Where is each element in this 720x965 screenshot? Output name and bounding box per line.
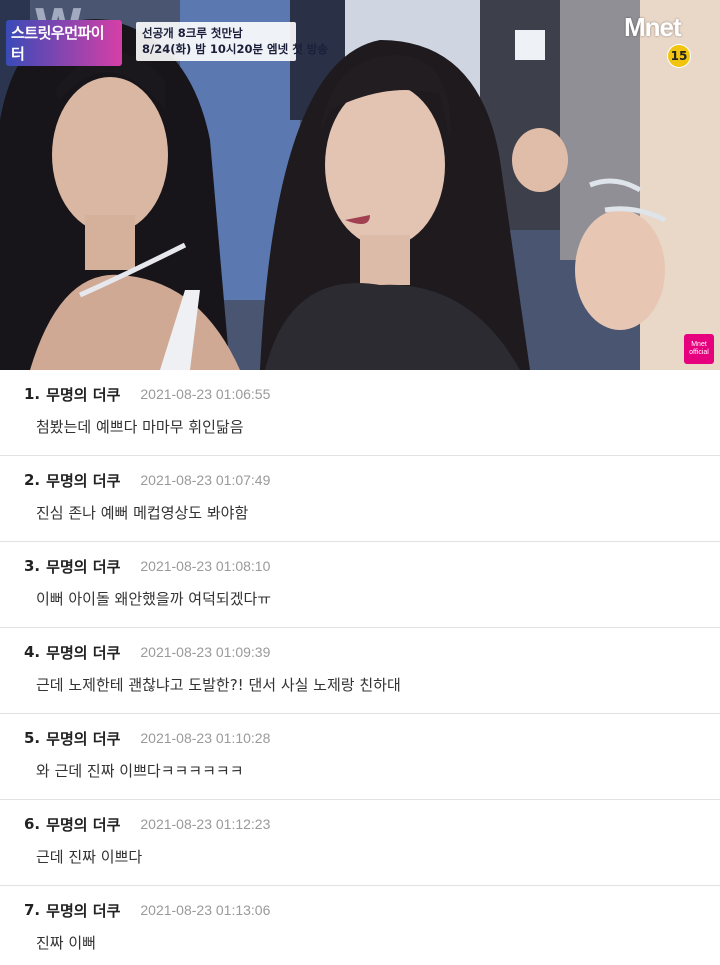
comment-timestamp: 2021-08-23 01:10:28	[140, 730, 271, 746]
comment-timestamp: 2021-08-23 01:13:06	[140, 902, 271, 918]
comment-item: 6. 무명의 더쿠 2021-08-23 01:12:23 근데 진짜 이쁘다	[0, 800, 720, 886]
show-logo-text: 스트릿우먼파이터	[6, 20, 122, 66]
comment-header: 2. 무명의 더쿠 2021-08-23 01:07:49	[24, 469, 270, 491]
official-badge-label: official	[689, 349, 709, 356]
comment-timestamp: 2021-08-23 01:09:39	[140, 644, 271, 660]
comment-author[interactable]: 무명의 더쿠	[46, 642, 120, 663]
comment-text: 이뻐 아이돌 왜안했을까 여덕되겠다ㅠ	[36, 590, 272, 608]
comment-header: 5. 무명의 더쿠 2021-08-23 01:10:28	[24, 727, 270, 749]
comment-author[interactable]: 무명의 더쿠	[46, 384, 120, 405]
comment-item: 1. 무명의 더쿠 2021-08-23 01:06:55 첨봤는데 예쁘다 마…	[0, 370, 720, 456]
comment-timestamp: 2021-08-23 01:06:55	[140, 386, 271, 402]
comment-header: 6. 무명의 더쿠 2021-08-23 01:12:23	[24, 813, 270, 835]
comment-text: 근데 진짜 이쁘다	[36, 848, 143, 866]
comment-item: 2. 무명의 더쿠 2021-08-23 01:07:49 진심 존나 예뻐 메…	[0, 456, 720, 542]
official-badge-brand: Mnet	[691, 341, 707, 348]
comment-number: 3.	[24, 557, 41, 575]
comment-header: 3. 무명의 더쿠 2021-08-23 01:08:10	[24, 555, 270, 577]
comment-timestamp: 2021-08-23 01:08:10	[140, 558, 271, 574]
comment-author[interactable]: 무명의 더쿠	[46, 814, 120, 835]
comment-author[interactable]: 무명의 더쿠	[46, 470, 120, 491]
comment-header: 1. 무명의 더쿠 2021-08-23 01:06:55	[24, 383, 270, 405]
comment-number: 6.	[24, 815, 41, 833]
comment-author[interactable]: 무명의 더쿠	[46, 556, 120, 577]
broadcast-promo: 선공개 8크루 첫만남 8/24(화) 밤 10시20분 엠넷 첫 방송	[136, 22, 328, 61]
comment-item: 5. 무명의 더쿠 2021-08-23 01:10:28 와 근데 진짜 이쁘…	[0, 714, 720, 800]
promo-line-1: 선공개 8크루 첫만남	[142, 26, 243, 40]
comment-author[interactable]: 무명의 더쿠	[46, 900, 120, 921]
channel-logo: Mnet	[624, 12, 682, 42]
comment-timestamp: 2021-08-23 01:12:23	[140, 816, 271, 832]
comment-header: 4. 무명의 더쿠 2021-08-23 01:09:39	[24, 641, 270, 663]
comment-text: 첨봤는데 예쁘다 마마무 휘인닮음	[36, 418, 244, 436]
comment-number: 7.	[24, 901, 41, 919]
comment-timestamp: 2021-08-23 01:07:49	[140, 472, 271, 488]
comment-list: 1. 무명의 더쿠 2021-08-23 01:06:55 첨봤는데 예쁘다 마…	[0, 370, 720, 965]
comment-text: 근데 노제한테 괜찮냐고 도발한?! 댄서 사실 노제랑 친하대	[36, 676, 401, 694]
comment-number: 5.	[24, 729, 41, 747]
show-logo: W 스트릿우먼파이터	[6, 0, 122, 66]
comment-text: 와 근데 진짜 이쁘다ㅋㅋㅋㅋㅋㅋ	[36, 762, 244, 780]
promo-line-2: 8/24(화) 밤 10시20분 엠넷 첫 방송	[142, 42, 328, 56]
comment-number: 1.	[24, 385, 41, 403]
comment-text: 진심 존나 예뻐 메컵영상도 봐야함	[36, 504, 249, 522]
comment-item: 4. 무명의 더쿠 2021-08-23 01:09:39 근데 노제한테 괜찮…	[0, 628, 720, 714]
video-still: W 스트릿우먼파이터 선공개 8크루 첫만남 8/24(화) 밤 10시20분 …	[0, 0, 720, 370]
comment-header: 7. 무명의 더쿠 2021-08-23 01:13:06	[24, 899, 270, 921]
mnet-official-badge: Mnet official	[684, 334, 714, 364]
comment-author[interactable]: 무명의 더쿠	[46, 728, 120, 749]
comment-item: 3. 무명의 더쿠 2021-08-23 01:08:10 이뻐 아이돌 왜안했…	[0, 542, 720, 628]
comment-text: 진짜 이뻐	[36, 934, 96, 952]
comment-number: 2.	[24, 471, 41, 489]
comment-number: 4.	[24, 643, 41, 661]
comment-item: 7. 무명의 더쿠 2021-08-23 01:13:06 진짜 이뻐	[0, 886, 720, 965]
age-rating-badge: 15	[667, 44, 691, 68]
